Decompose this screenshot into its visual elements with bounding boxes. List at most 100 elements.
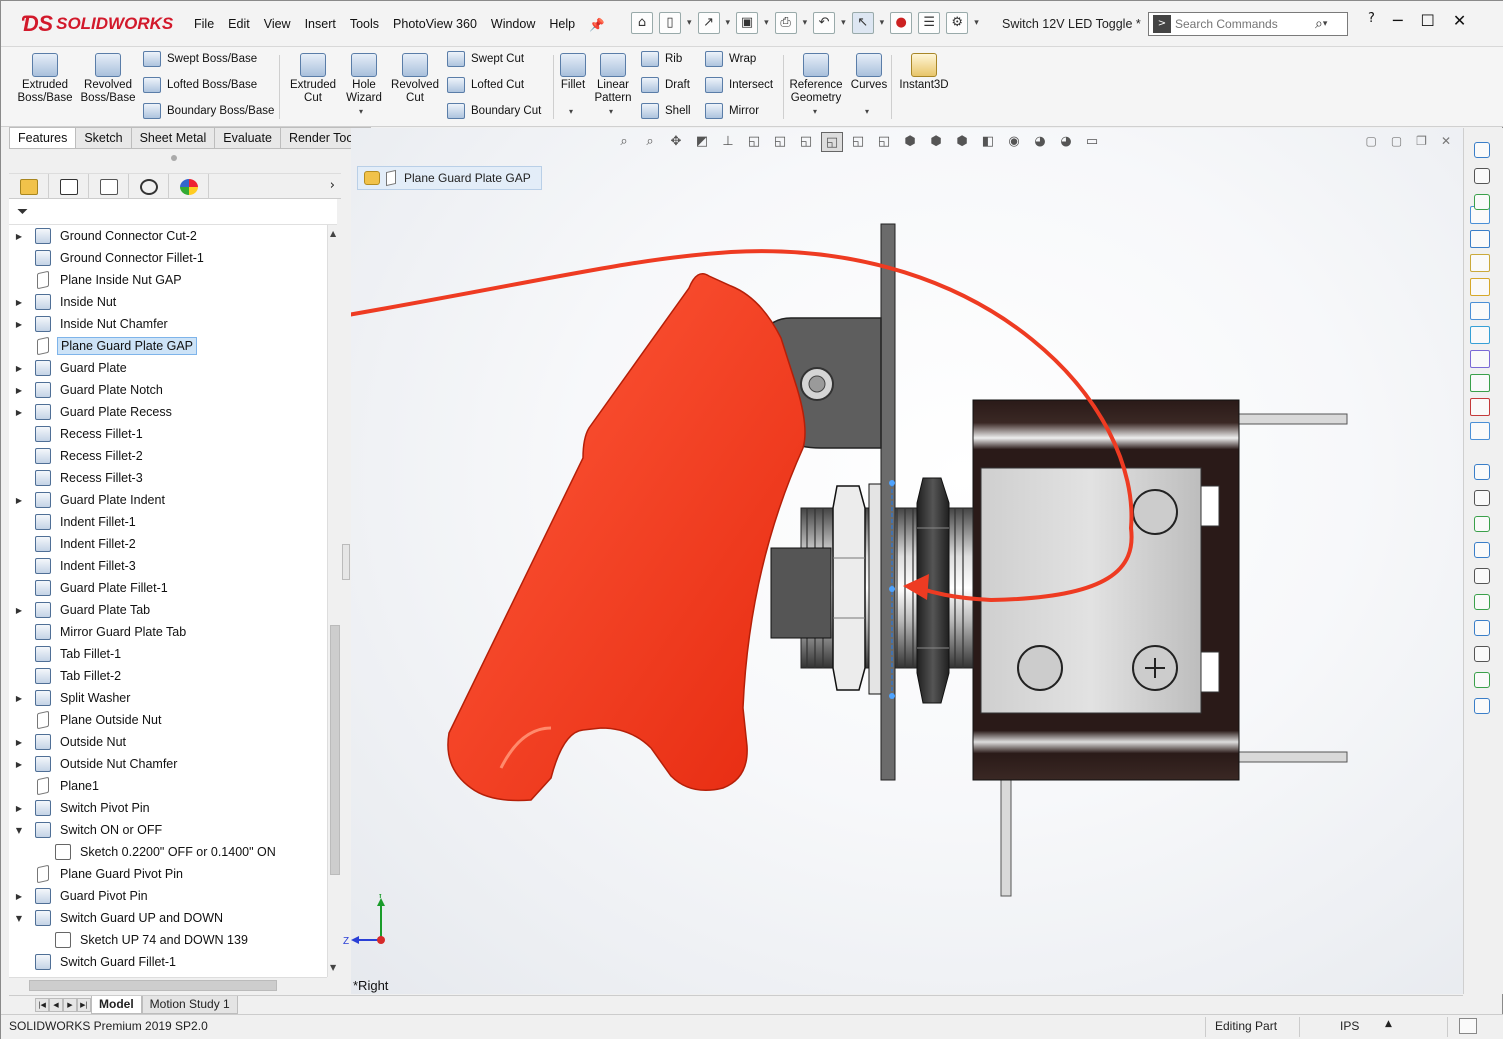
help-question-icon[interactable]: ? xyxy=(1368,11,1375,30)
expand-arrow-icon[interactable]: ▶ xyxy=(13,694,25,703)
expand-arrow-icon[interactable]: ▶ xyxy=(13,298,25,307)
expand-arrow-icon[interactable]: ▶ xyxy=(13,496,25,505)
tree-item[interactable]: ▶ Inside Nut xyxy=(13,291,119,313)
tree-horizontal-scrollbar[interactable] xyxy=(9,977,327,993)
tree-item[interactable]: ▶ Guard Plate Notch xyxy=(13,379,166,401)
filter-icon[interactable]: ⏷ xyxy=(17,204,28,220)
task-pane-tool-icon[interactable] xyxy=(1474,698,1490,714)
toolbox-icon[interactable] xyxy=(1470,350,1490,368)
menu-insert[interactable]: Insert xyxy=(298,17,343,33)
property-manager-tab[interactable] xyxy=(49,174,89,199)
curves-dropdown-icon[interactable]: ▾ xyxy=(865,107,869,116)
expand-arrow-icon[interactable]: ▶ xyxy=(13,232,25,241)
undo-icon[interactable]: ↶ xyxy=(813,12,836,34)
tree-item[interactable]: Plane Outside Nut xyxy=(13,709,164,731)
tree-item[interactable]: Guard Plate Fillet-1 xyxy=(13,577,171,599)
tab-features[interactable]: Features xyxy=(9,127,77,149)
open-icon[interactable]: ↗ xyxy=(697,12,720,34)
search-icon[interactable]: ⌕ xyxy=(1315,16,1323,32)
expand-arrow-icon[interactable]: ▶ xyxy=(13,738,25,747)
task-pane-tool-icon[interactable] xyxy=(1474,542,1490,558)
instant3d-button[interactable]: Instant3D xyxy=(895,53,953,92)
file-explorer-icon[interactable] xyxy=(1470,254,1490,272)
draft-button[interactable]: Draft xyxy=(641,77,690,93)
task-pane-tool-icon[interactable] xyxy=(1474,568,1490,584)
hole-wizard-button[interactable]: Hole Wizard xyxy=(341,53,387,105)
tree-vertical-scrollbar[interactable]: ▲ ▼ xyxy=(327,225,341,977)
tree-item[interactable]: Switch Guard Fillet-1 xyxy=(13,951,179,973)
expand-arrow-icon[interactable]: ▶ xyxy=(13,364,25,373)
tree-item[interactable]: Recess Fillet-3 xyxy=(13,467,146,489)
intersect-button[interactable]: Intersect xyxy=(705,77,773,93)
fillet-button[interactable]: Fillet xyxy=(557,53,589,92)
task-pane-tool-icon[interactable] xyxy=(1474,594,1490,610)
hole-wizard-dropdown-icon[interactable]: ▾ xyxy=(359,107,363,116)
tree-item[interactable]: Recess Fillet-1 xyxy=(13,423,146,445)
tree-item[interactable]: Ground Connector Fillet-1 xyxy=(13,247,207,269)
tab-model[interactable]: Model xyxy=(91,995,142,1014)
task-pane-tool-icon[interactable] xyxy=(1474,142,1490,158)
minimize-icon[interactable]: ─ xyxy=(1393,11,1403,30)
shell-button[interactable]: Shell xyxy=(641,103,691,119)
tree-item[interactable]: Tab Fillet-2 xyxy=(13,665,124,687)
dimxpert-manager-tab[interactable] xyxy=(129,174,169,199)
scroll-up-icon[interactable]: ▲ xyxy=(330,229,336,238)
task-pane-tool-icon[interactable] xyxy=(1474,516,1490,532)
menu-tools[interactable]: Tools xyxy=(343,17,386,33)
swept-boss-button[interactable]: Swept Boss/Base xyxy=(143,51,257,67)
tree-item[interactable]: ▶ Guard Plate Indent xyxy=(13,489,168,511)
revolved-cut-button[interactable]: Revolved Cut xyxy=(389,53,441,105)
home-icon[interactable]: ⌂ xyxy=(631,12,653,34)
tree-item[interactable]: ▶ Ground Connector Cut-2 xyxy=(13,225,200,247)
tree-item[interactable]: Indent Fillet-2 xyxy=(13,533,139,555)
menu-edit[interactable]: Edit xyxy=(221,17,257,33)
extruded-boss-button[interactable]: Extruded Boss/Base xyxy=(17,53,73,105)
units-caret-icon[interactable]: ▲ xyxy=(1385,1019,1392,1029)
first-tab-icon[interactable]: |◀ xyxy=(35,997,49,1012)
check-icon[interactable] xyxy=(1470,398,1490,416)
expand-arrow-icon[interactable]: ▶ xyxy=(13,760,25,769)
panel-grip-icon[interactable] xyxy=(171,155,177,161)
expanded-arrow-icon[interactable]: ▼ xyxy=(13,826,25,835)
pin-icon[interactable]: 📌 xyxy=(582,17,612,33)
task-pane-tool-icon[interactable] xyxy=(1474,672,1490,688)
tree-item[interactable]: ▶ Guard Plate Recess xyxy=(13,401,175,423)
menu-file[interactable]: File xyxy=(187,17,221,33)
boundary-cut-button[interactable]: Boundary Cut xyxy=(447,103,541,119)
task-pane-tool-icon[interactable] xyxy=(1474,490,1490,506)
task-pane-tool-icon[interactable] xyxy=(1474,194,1490,210)
reference-geometry-button[interactable]: Reference Geometry xyxy=(787,53,845,105)
curves-button[interactable]: Curves xyxy=(849,53,889,92)
new-dropdown-icon[interactable]: ▾ xyxy=(687,18,692,28)
rib-button[interactable]: Rib xyxy=(641,51,682,67)
tree-item[interactable]: Plane1 xyxy=(13,775,102,797)
options-gear-icon[interactable]: ⚙ xyxy=(946,12,969,34)
tab-sheet-metal[interactable]: Sheet Metal xyxy=(131,127,216,149)
chevron-right-icon[interactable]: › xyxy=(330,178,335,193)
tree-item[interactable]: ▶ Outside Nut Chamfer xyxy=(13,753,180,775)
splitter-handle[interactable] xyxy=(342,544,350,580)
tree-item[interactable]: Plane Inside Nut GAP xyxy=(13,269,185,291)
tree-item[interactable]: Plane Guard Pivot Pin xyxy=(13,863,186,885)
tree-filter[interactable]: ⏷ xyxy=(9,199,337,225)
tree-item[interactable]: Tab Fillet-1 xyxy=(13,643,124,665)
scroll-thumb[interactable] xyxy=(330,625,340,875)
panel-splitter[interactable] xyxy=(341,149,351,994)
wrap-button[interactable]: Wrap xyxy=(705,51,756,67)
save-icon[interactable]: ▣ xyxy=(736,12,759,34)
task-pane-tool-icon[interactable] xyxy=(1474,168,1490,184)
tab-sketch[interactable]: Sketch xyxy=(76,127,132,149)
print-icon[interactable]: ⎙ xyxy=(774,12,797,34)
tree-item[interactable]: ▼ Switch Guard UP and DOWN xyxy=(13,907,226,929)
tree-item[interactable]: Indent Fillet-3 xyxy=(13,555,139,577)
new-document-icon[interactable]: ▯ xyxy=(659,12,681,34)
maximize-icon[interactable]: ☐ xyxy=(1421,11,1435,30)
tree-item[interactable]: Sketch 0.2200" OFF or 0.1400" ON xyxy=(33,841,279,863)
tree-item[interactable]: ▼ Switch ON or OFF xyxy=(13,819,165,841)
display-manager-tab[interactable] xyxy=(169,174,209,199)
tab-motion-study[interactable]: Motion Study 1 xyxy=(141,995,238,1014)
undo-dropdown-icon[interactable]: ▾ xyxy=(841,18,846,28)
open-dropdown-icon[interactable]: ▾ xyxy=(726,18,731,28)
pattern-dropdown-icon[interactable]: ▾ xyxy=(609,107,613,116)
lofted-cut-button[interactable]: Lofted Cut xyxy=(447,77,524,93)
